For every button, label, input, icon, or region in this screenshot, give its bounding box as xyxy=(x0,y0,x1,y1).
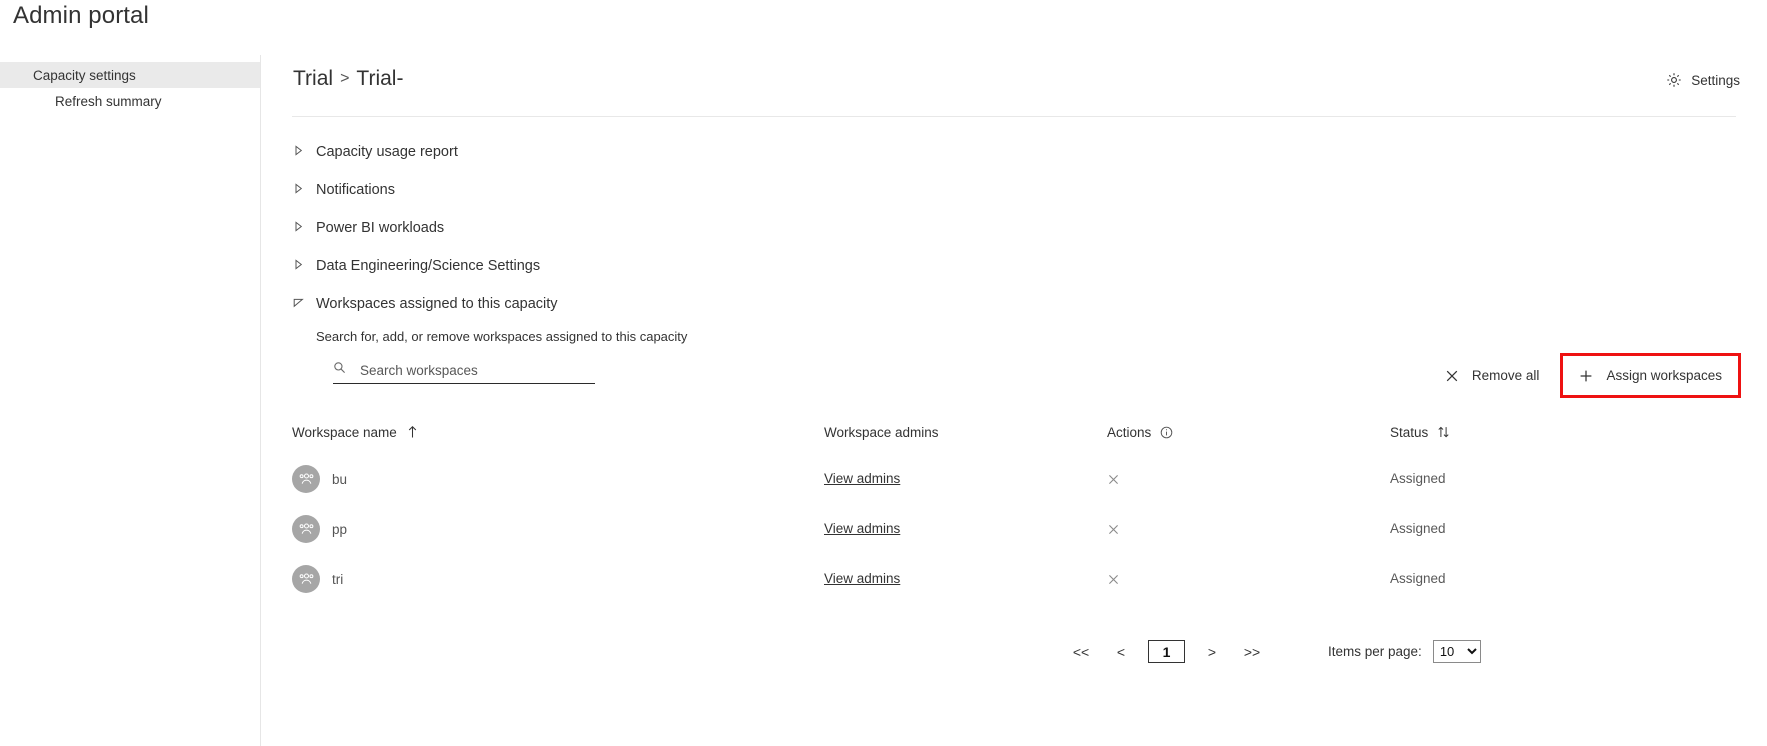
table-row[interactable]: bu View admins Assigned xyxy=(261,454,1767,504)
workspace-name-cell: pp xyxy=(292,515,824,543)
items-per-page-label: Items per page: xyxy=(1328,644,1422,659)
breadcrumb-root[interactable]: Trial xyxy=(293,67,333,91)
group-avatar-icon xyxy=(292,565,320,593)
remove-all-button[interactable]: Remove all xyxy=(1432,357,1553,394)
remove-workspace-icon[interactable] xyxy=(1107,573,1390,586)
breadcrumb-current[interactable]: Trial- xyxy=(356,67,403,91)
workspace-name: tri xyxy=(332,571,344,587)
remove-workspace-icon[interactable] xyxy=(1107,523,1390,536)
sidebar: Capacity settings Refresh summary xyxy=(0,55,261,746)
section-workspaces-assigned[interactable]: Workspaces assigned to this capacity xyxy=(261,285,1767,323)
workspaces-toolbar: Remove all Assign workspaces xyxy=(261,353,1767,403)
section-capacity-usage-report[interactable]: Capacity usage report xyxy=(261,133,1767,171)
header-divider xyxy=(292,116,1736,117)
remove-workspace-icon[interactable] xyxy=(1107,473,1390,486)
group-avatar-icon xyxy=(292,515,320,543)
section-label: Power BI workloads xyxy=(316,220,445,236)
close-x-icon xyxy=(1445,369,1459,383)
assign-workspaces-button[interactable]: Assign workspaces xyxy=(1573,364,1728,387)
chevron-right-triangle-icon xyxy=(292,220,316,237)
pagination: << < 1 > >> Items per page: 102550100 xyxy=(261,640,1767,663)
breadcrumb-separator: > xyxy=(340,70,350,87)
workspace-name: pp xyxy=(332,521,348,537)
group-avatar-icon xyxy=(292,465,320,493)
remove-all-label: Remove all xyxy=(1471,368,1540,383)
last-page-button[interactable]: >> xyxy=(1232,644,1272,660)
next-page-button[interactable]: > xyxy=(1192,644,1232,660)
sidebar-item-capacity-settings[interactable]: Capacity settings xyxy=(0,62,260,88)
table-row[interactable]: tri View admins Assigned xyxy=(261,554,1767,604)
chevron-right-triangle-icon xyxy=(292,182,316,199)
section-label: Notifications xyxy=(316,182,395,198)
main-content: Trial > Trial- Settings Capacity usage r… xyxy=(261,55,1767,746)
column-header-actions[interactable]: Actions xyxy=(1107,425,1390,440)
chevron-right-triangle-icon xyxy=(292,258,316,275)
section-label: Workspaces assigned to this capacity xyxy=(316,296,558,312)
status-badge: Assigned xyxy=(1390,571,1446,586)
search-workspaces-container[interactable] xyxy=(333,361,595,384)
settings-button[interactable]: Settings xyxy=(1666,72,1740,88)
sidebar-item-label: Refresh summary xyxy=(55,93,162,109)
status-badge: Assigned xyxy=(1390,471,1446,486)
gear-icon xyxy=(1666,72,1682,88)
settings-sections: Capacity usage report Notifications Powe… xyxy=(261,133,1767,403)
table-header-row: Workspace name Workspace admins Actions xyxy=(261,410,1767,454)
chevron-right-triangle-icon xyxy=(292,144,316,161)
breadcrumb-bar: Trial > Trial- Settings xyxy=(261,55,1767,118)
table-row[interactable]: pp View admins Assigned xyxy=(261,504,1767,554)
section-label: Capacity usage report xyxy=(316,144,458,160)
view-admins-link[interactable]: View admins xyxy=(824,471,900,486)
sort-updown-icon xyxy=(1437,425,1450,439)
assign-workspaces-label: Assign workspaces xyxy=(1606,368,1722,383)
workspaces-table: Workspace name Workspace admins Actions xyxy=(261,410,1767,604)
workspace-name: bu xyxy=(332,471,348,487)
view-admins-link[interactable]: View admins xyxy=(824,521,900,536)
workspace-name-cell: tri xyxy=(292,565,824,593)
column-label: Status xyxy=(1390,424,1429,440)
section-notifications[interactable]: Notifications xyxy=(261,171,1767,209)
assign-workspaces-highlight: Assign workspaces xyxy=(1560,353,1741,398)
plus-icon xyxy=(1579,369,1593,383)
column-label: Workspace admins xyxy=(824,424,939,440)
search-icon xyxy=(333,361,360,379)
column-header-workspace-name[interactable]: Workspace name xyxy=(292,425,824,440)
page-title: Admin portal xyxy=(13,2,149,29)
sidebar-item-refresh-summary[interactable]: Refresh summary xyxy=(0,88,260,114)
section-label: Data Engineering/Science Settings xyxy=(316,258,541,274)
section-power-bi-workloads[interactable]: Power BI workloads xyxy=(261,209,1767,247)
workspaces-description: Search for, add, or remove workspaces as… xyxy=(316,329,688,344)
column-label: Workspace name xyxy=(292,424,397,440)
workspace-command-bar: Remove all Assign workspaces xyxy=(1432,353,1741,398)
workspace-name-cell: bu xyxy=(292,465,824,493)
column-label: Actions xyxy=(1107,424,1152,440)
section-data-engineering-science-settings[interactable]: Data Engineering/Science Settings xyxy=(261,247,1767,285)
items-per-page-select[interactable]: 102550100 xyxy=(1432,640,1481,663)
column-header-status[interactable]: Status xyxy=(1390,425,1700,440)
info-circle-icon[interactable] xyxy=(1160,426,1173,439)
column-header-workspace-admins[interactable]: Workspace admins xyxy=(824,425,1107,440)
first-page-button[interactable]: << xyxy=(1061,644,1101,660)
current-page-input[interactable]: 1 xyxy=(1148,640,1185,663)
view-admins-link[interactable]: View admins xyxy=(824,571,900,586)
search-input[interactable] xyxy=(360,362,595,378)
status-badge: Assigned xyxy=(1390,521,1446,536)
arrow-up-icon xyxy=(406,425,419,439)
chevron-down-triangle-icon xyxy=(292,296,316,313)
settings-label: Settings xyxy=(1691,72,1740,88)
breadcrumb: Trial > Trial- xyxy=(293,67,403,91)
prev-page-button[interactable]: < xyxy=(1101,644,1141,660)
sidebar-item-label: Capacity settings xyxy=(33,67,136,83)
